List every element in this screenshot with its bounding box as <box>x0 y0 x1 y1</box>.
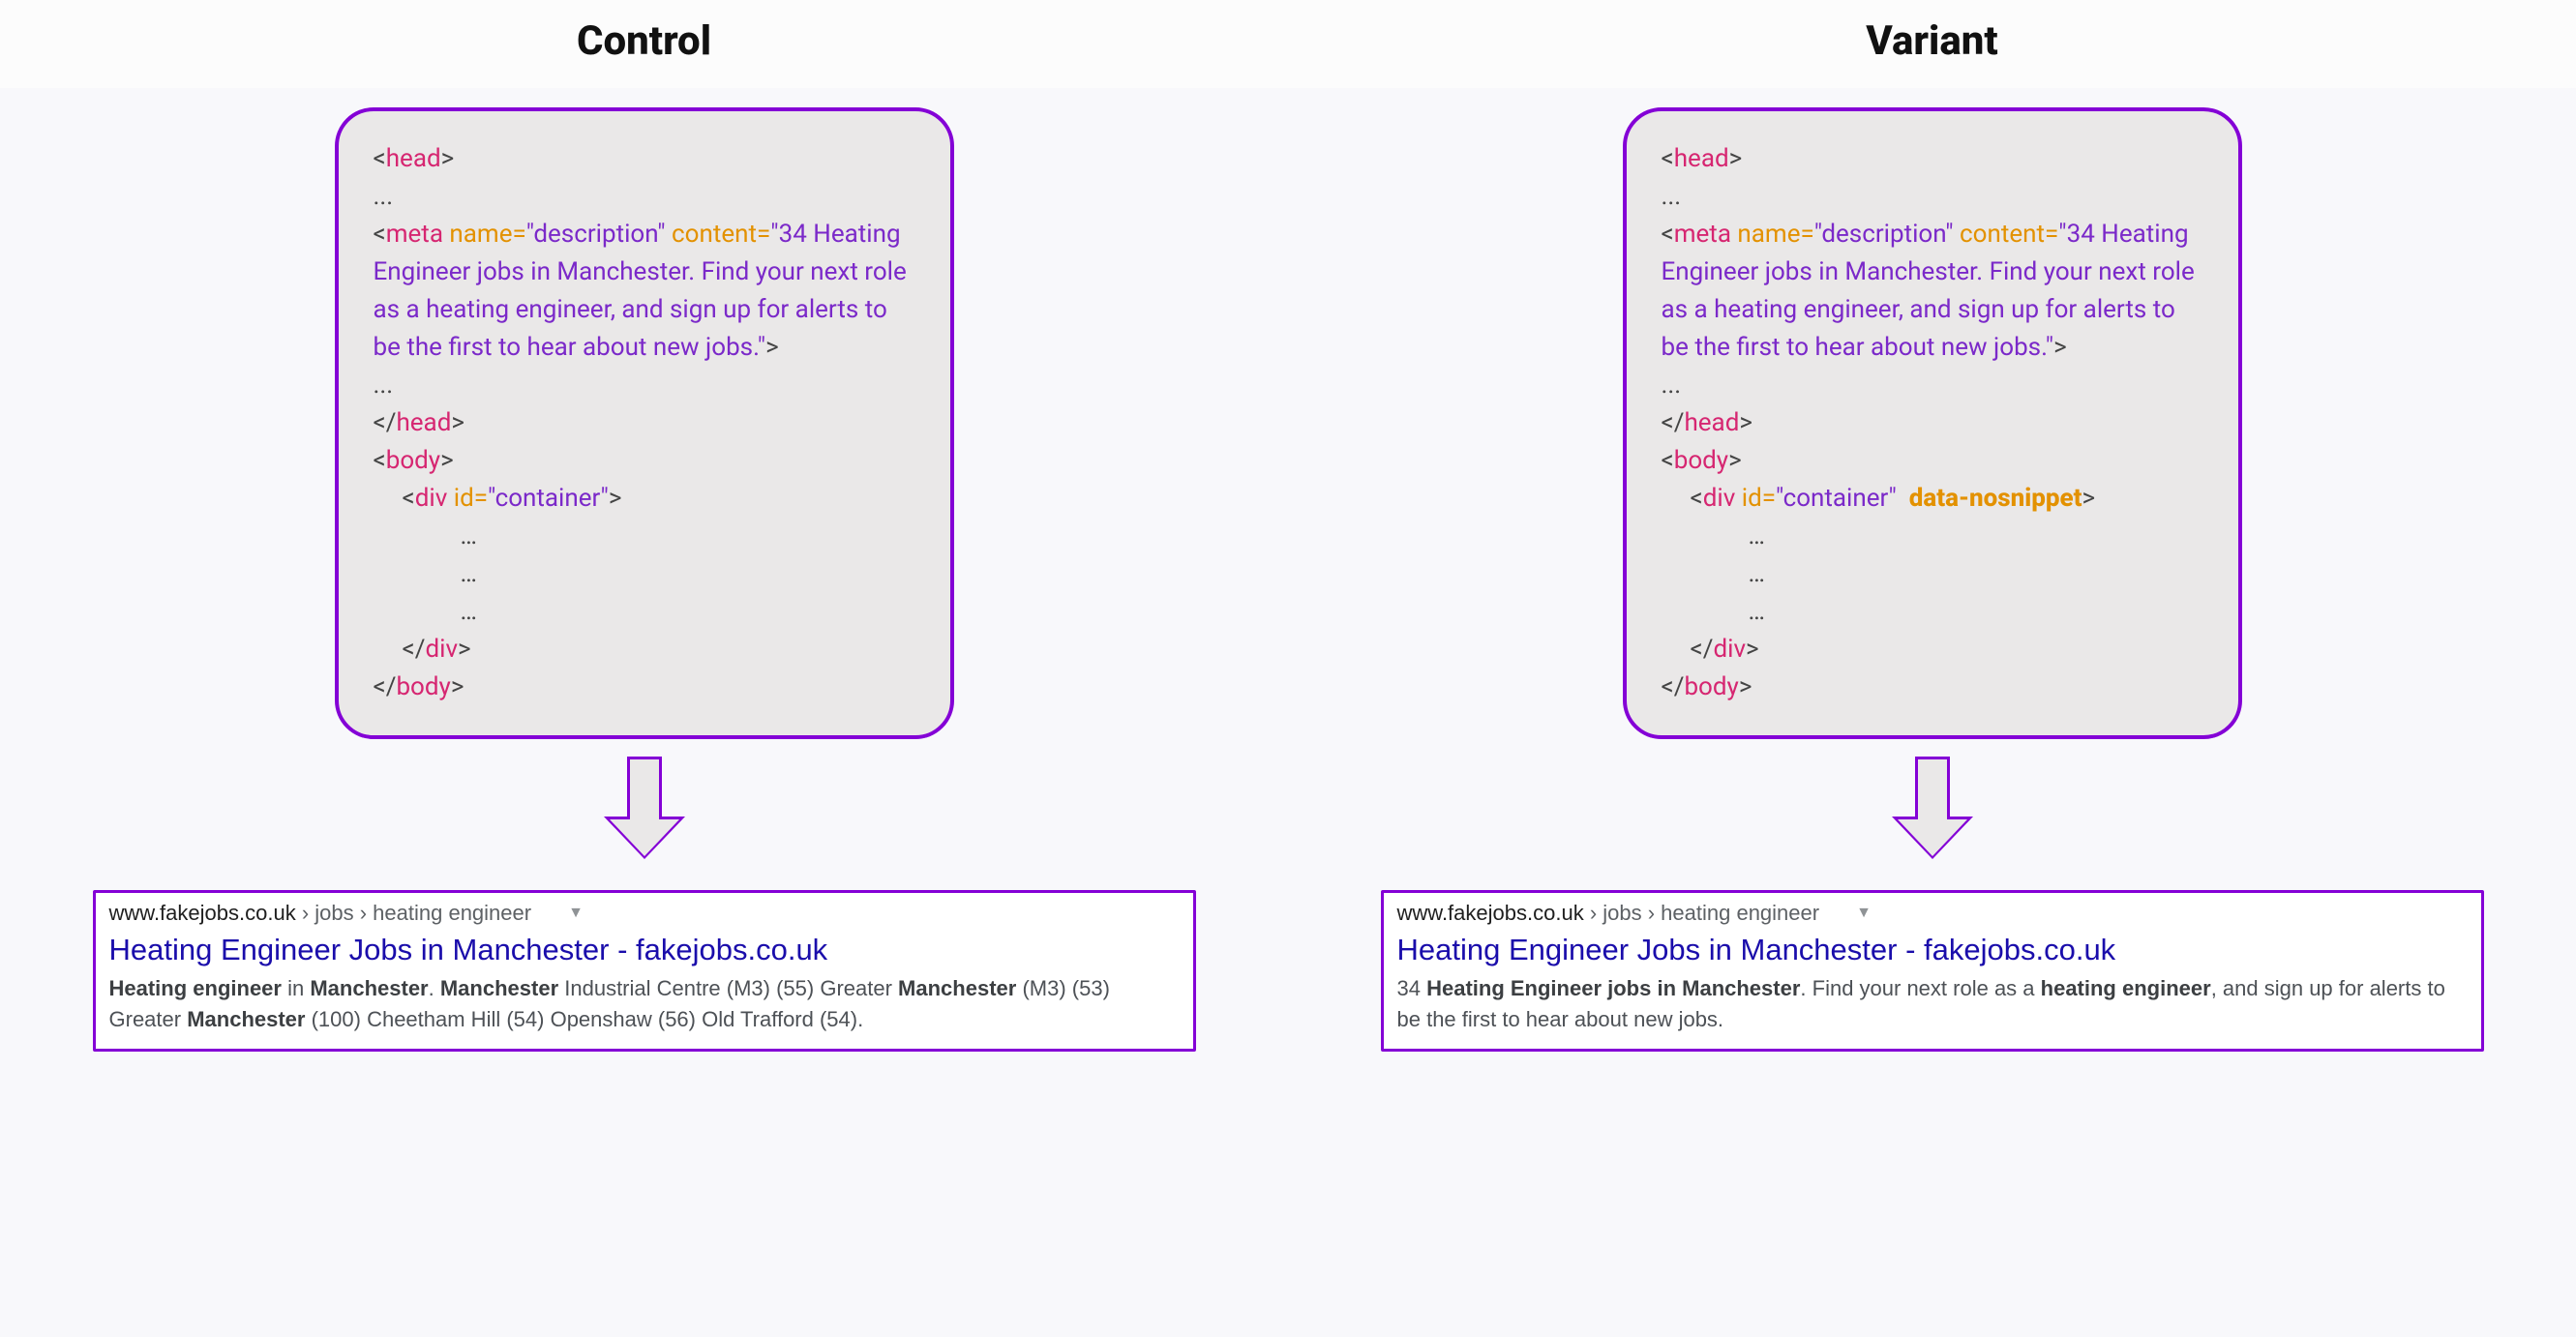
attr-id: id= <box>454 484 488 513</box>
serp-bold: Manchester <box>898 976 1016 1000</box>
variant-code-box: <head> ... <meta name="description" cont… <box>1623 107 2242 739</box>
tag-head-close: head <box>396 408 451 437</box>
dots: … <box>374 518 915 555</box>
tag-head-open: head <box>386 144 441 173</box>
serp-bold: Manchester <box>440 976 558 1000</box>
tag-meta: meta <box>1674 220 1731 249</box>
dots: … <box>374 555 915 593</box>
caret-down-icon: ▼ <box>1856 905 1872 922</box>
caret-down-icon: ▼ <box>568 905 584 922</box>
serp-bold: Heating Engineer jobs in Manchester <box>1426 976 1800 1000</box>
tag-div-close: div <box>1713 635 1746 664</box>
serp-domain: www.fakejobs.co.uk <box>109 901 296 925</box>
tag-body-open: body <box>1674 446 1728 475</box>
attr-name: name= <box>449 220 525 249</box>
attr-data-nosnippet: data-nosnippet <box>1909 484 2082 513</box>
serp-bold: Manchester <box>187 1007 305 1031</box>
ellipsis: ... <box>1662 367 2203 404</box>
serp-bold: heating engineer <box>2041 976 2211 1000</box>
attr-id: id= <box>1742 484 1776 513</box>
header-bar: Control Variant <box>0 0 2576 88</box>
attr-name: name= <box>1737 220 1813 249</box>
dots: … <box>1662 555 2203 593</box>
tag-meta: meta <box>386 220 443 249</box>
control-serp-box: www.fakejobs.co.uk › jobs › heating engi… <box>93 890 1196 1052</box>
arrow-down-icon <box>604 757 685 873</box>
variant-column: <head> ... <meta name="description" cont… <box>1288 107 2576 1052</box>
serp-title: Heating Engineer Jobs in Manchester - fa… <box>1397 932 2468 969</box>
arrow-control <box>604 757 685 873</box>
arrow-variant <box>1892 757 1973 873</box>
variant-serp-box: www.fakejobs.co.uk › jobs › heating engi… <box>1381 890 2484 1052</box>
serp-bold: Manchester <box>310 976 428 1000</box>
control-column: <head> ... <meta name="description" cont… <box>0 107 1288 1052</box>
dots: … <box>1662 518 2203 555</box>
serp-path: › jobs › heating engineer <box>1584 901 1819 925</box>
attr-content: content= <box>672 220 770 249</box>
tag-head-open: head <box>1674 144 1729 173</box>
ellipsis: ... <box>1662 178 2203 216</box>
tag-div-close: div <box>425 635 458 664</box>
arrow-down-icon <box>1892 757 1973 873</box>
content-row: <head> ... <meta name="description" cont… <box>0 88 2576 1110</box>
dots: … <box>1662 593 2203 631</box>
control-code-box: <head> ... <meta name="description" cont… <box>335 107 954 739</box>
serp-domain: www.fakejobs.co.uk <box>1397 901 1584 925</box>
attr-name-val: "description" <box>526 220 666 249</box>
attr-id-val: "container" <box>1776 484 1897 513</box>
heading-variant: Variant <box>1288 17 2576 65</box>
diagram-page: Control Variant <head> ... <meta name="d… <box>0 0 2576 1337</box>
tag-body-close: body <box>396 672 450 701</box>
serp-breadcrumb: www.fakejobs.co.uk › jobs › heating engi… <box>1397 901 2468 926</box>
control-serp-desc: Heating engineer in Manchester. Manchest… <box>109 973 1180 1035</box>
serp-bold: Heating engineer <box>109 976 282 1000</box>
tag-body-close: body <box>1684 672 1738 701</box>
variant-serp-desc: 34 Heating Engineer jobs in Manchester. … <box>1397 973 2468 1035</box>
serp-title: Heating Engineer Jobs in Manchester - fa… <box>109 932 1180 969</box>
tag-body-open: body <box>386 446 440 475</box>
ellipsis: ... <box>374 178 915 216</box>
serp-breadcrumb: www.fakejobs.co.uk › jobs › heating engi… <box>109 901 1180 926</box>
tag-head-close: head <box>1684 408 1739 437</box>
heading-control: Control <box>0 17 1288 65</box>
attr-content: content= <box>1960 220 2058 249</box>
attr-id-val: "container" <box>488 484 609 513</box>
tag-div: div <box>1703 484 1736 513</box>
attr-name-val: "description" <box>1814 220 1954 249</box>
ellipsis: ... <box>374 367 915 404</box>
tag-div: div <box>415 484 448 513</box>
serp-path: › jobs › heating engineer <box>296 901 531 925</box>
dots: … <box>374 593 915 631</box>
